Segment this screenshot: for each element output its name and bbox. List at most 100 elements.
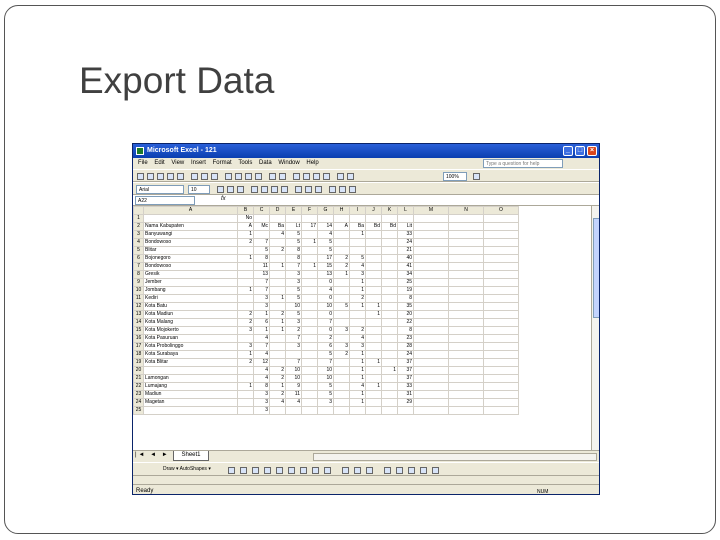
font-size-select[interactable]: 10 bbox=[188, 185, 210, 194]
cell[interactable] bbox=[483, 214, 519, 223]
cell[interactable]: 7 bbox=[253, 342, 270, 351]
cell[interactable]: Bd bbox=[381, 222, 398, 231]
cell[interactable]: 41 bbox=[397, 262, 414, 271]
cell[interactable]: Bondowoso bbox=[143, 238, 238, 247]
cell[interactable]: Ba bbox=[349, 222, 366, 231]
open-icon[interactable] bbox=[147, 173, 154, 180]
cell[interactable] bbox=[413, 326, 449, 335]
row-header[interactable]: 6 bbox=[133, 254, 144, 263]
italic-icon[interactable] bbox=[227, 186, 234, 193]
cell[interactable]: 8 bbox=[285, 254, 302, 263]
cell[interactable] bbox=[365, 278, 382, 287]
cell[interactable]: 5 bbox=[285, 294, 302, 303]
cell[interactable]: 1 bbox=[237, 254, 254, 263]
cell[interactable] bbox=[301, 334, 318, 343]
cell[interactable]: 2 bbox=[349, 326, 366, 335]
cell[interactable] bbox=[333, 238, 350, 247]
cell[interactable] bbox=[333, 358, 350, 367]
cell[interactable] bbox=[237, 366, 254, 375]
cell[interactable] bbox=[381, 342, 398, 351]
cell[interactable] bbox=[448, 390, 484, 399]
cut-icon[interactable] bbox=[225, 173, 232, 180]
cell[interactable] bbox=[333, 214, 350, 223]
cell[interactable]: 5 bbox=[285, 286, 302, 295]
cell[interactable]: 17 bbox=[301, 222, 318, 231]
cell[interactable]: 2 bbox=[237, 238, 254, 247]
cell[interactable]: Blitar bbox=[143, 246, 238, 255]
cell[interactable]: 7 bbox=[317, 318, 334, 327]
row-header[interactable]: 4 bbox=[133, 238, 144, 247]
cell[interactable] bbox=[365, 270, 382, 279]
cell[interactable]: 3 bbox=[333, 342, 350, 351]
cell[interactable]: 0 bbox=[317, 278, 334, 287]
cell[interactable] bbox=[301, 286, 318, 295]
print-icon[interactable] bbox=[191, 173, 198, 180]
cell[interactable] bbox=[365, 238, 382, 247]
cell[interactable]: 24 bbox=[397, 238, 414, 247]
cell[interactable]: 7 bbox=[285, 262, 302, 271]
cell[interactable]: 5 bbox=[253, 246, 270, 255]
row-header[interactable]: 8 bbox=[133, 270, 144, 279]
new-icon[interactable] bbox=[137, 173, 144, 180]
cell[interactable] bbox=[448, 286, 484, 295]
cell[interactable]: 2 bbox=[269, 366, 286, 375]
cell[interactable]: Kediri bbox=[143, 294, 238, 303]
cell[interactable]: Bojonegoro bbox=[143, 254, 238, 263]
cell[interactable] bbox=[317, 406, 334, 415]
row-header[interactable]: 17 bbox=[133, 342, 144, 351]
cell[interactable]: 7 bbox=[253, 238, 270, 247]
cell[interactable] bbox=[269, 254, 286, 263]
row-header[interactable]: 11 bbox=[133, 294, 144, 303]
row-header[interactable]: 18 bbox=[133, 350, 144, 359]
cell[interactable] bbox=[448, 262, 484, 271]
cell[interactable] bbox=[413, 302, 449, 311]
cell[interactable]: 2 bbox=[349, 294, 366, 303]
cell[interactable] bbox=[333, 230, 350, 239]
cell[interactable] bbox=[333, 294, 350, 303]
cell[interactable]: 1 bbox=[269, 382, 286, 391]
cell[interactable] bbox=[413, 246, 449, 255]
cell[interactable]: 4 bbox=[285, 398, 302, 407]
borders-icon[interactable] bbox=[329, 186, 336, 193]
cell[interactable] bbox=[381, 214, 398, 223]
cell[interactable] bbox=[269, 350, 286, 359]
cell[interactable] bbox=[365, 406, 382, 415]
row-header[interactable]: 10 bbox=[133, 286, 144, 295]
arrow-icon[interactable] bbox=[240, 467, 247, 474]
cell[interactable]: 1 bbox=[269, 326, 286, 335]
cell[interactable] bbox=[448, 406, 484, 415]
cell[interactable] bbox=[483, 398, 519, 407]
cell[interactable] bbox=[365, 246, 382, 255]
cell[interactable]: Kota Probolinggo bbox=[143, 342, 238, 351]
cell[interactable]: 1 bbox=[365, 302, 382, 311]
cell[interactable] bbox=[483, 310, 519, 319]
cell[interactable] bbox=[413, 334, 449, 343]
cell[interactable]: 1 bbox=[381, 366, 398, 375]
column-header-l[interactable]: L bbox=[397, 206, 414, 215]
cell[interactable] bbox=[413, 366, 449, 375]
drawing-icon[interactable] bbox=[347, 173, 354, 180]
fill-color-icon[interactable] bbox=[342, 467, 349, 474]
cell[interactable]: 4 bbox=[253, 374, 270, 383]
cell[interactable]: 37 bbox=[397, 374, 414, 383]
cell[interactable] bbox=[381, 238, 398, 247]
permission-icon[interactable] bbox=[167, 173, 174, 180]
textbox-icon[interactable] bbox=[276, 467, 283, 474]
cell[interactable]: 5 bbox=[317, 350, 334, 359]
cell[interactable]: 10 bbox=[317, 374, 334, 383]
cell[interactable] bbox=[269, 214, 286, 223]
cell[interactable] bbox=[381, 326, 398, 335]
cell[interactable] bbox=[448, 374, 484, 383]
cell[interactable]: Lit bbox=[397, 222, 414, 231]
cell[interactable]: 5 bbox=[317, 390, 334, 399]
cell[interactable] bbox=[285, 350, 302, 359]
cell[interactable] bbox=[381, 294, 398, 303]
cell[interactable] bbox=[333, 398, 350, 407]
cell[interactable] bbox=[237, 270, 254, 279]
cell[interactable]: 7 bbox=[253, 286, 270, 295]
cell[interactable]: 33 bbox=[397, 230, 414, 239]
wordart-icon[interactable] bbox=[288, 467, 295, 474]
cell[interactable] bbox=[483, 246, 519, 255]
cell[interactable] bbox=[448, 222, 484, 231]
cell[interactable]: 19 bbox=[397, 286, 414, 295]
